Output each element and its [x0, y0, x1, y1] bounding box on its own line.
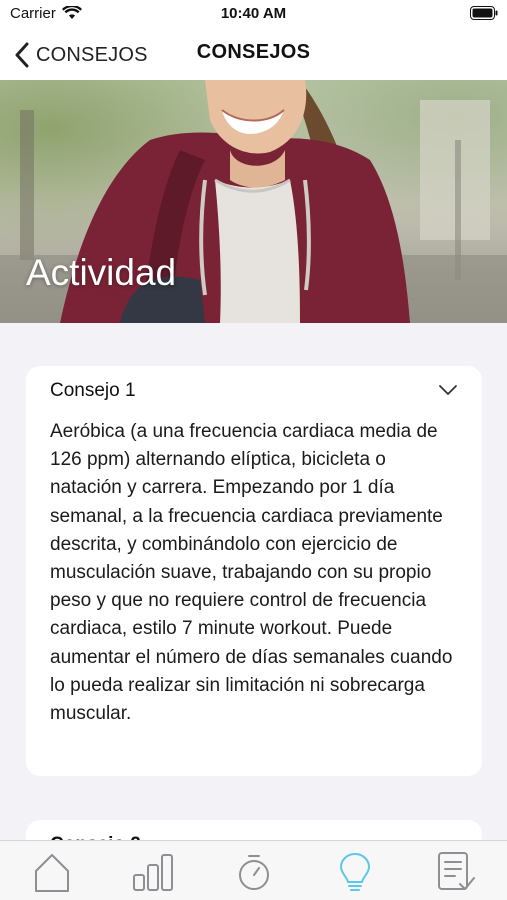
battery-icon [470, 6, 498, 20]
tab-bar [0, 840, 507, 900]
tip-card-title: Consejo 1 [50, 380, 136, 401]
navigation-bar: CONSEJOS CONSEJOS [0, 30, 507, 80]
hero-image: Actividad [0, 80, 507, 323]
stopwatch-icon [239, 855, 269, 890]
tab-statistics[interactable] [133, 851, 173, 893]
tip-card-header[interactable]: Consejo 1 [26, 366, 482, 416]
page-title: CONSEJOS [196, 41, 311, 63]
tip-card: Consejo 1 Aeróbica (a una frecuencia car… [26, 366, 482, 776]
checklist-icon [438, 852, 475, 890]
lightbulb-icon [340, 853, 370, 891]
tab-home[interactable] [32, 851, 72, 893]
hero-title: Actividad [26, 252, 177, 293]
tab-checklist[interactable] [436, 851, 476, 893]
tip-card-body: Aeróbica (a una frecuencia cardiaca medi… [50, 421, 453, 725]
tab-timer[interactable] [234, 851, 274, 893]
home-icon [35, 854, 69, 892]
bar-chart-icon [133, 854, 173, 891]
chevron-down-icon[interactable] [438, 384, 458, 396]
tab-tips[interactable] [335, 851, 375, 893]
status-time: 10:40 AM [220, 5, 287, 22]
status-bar: Carrier 10:40 AM [0, 0, 507, 30]
